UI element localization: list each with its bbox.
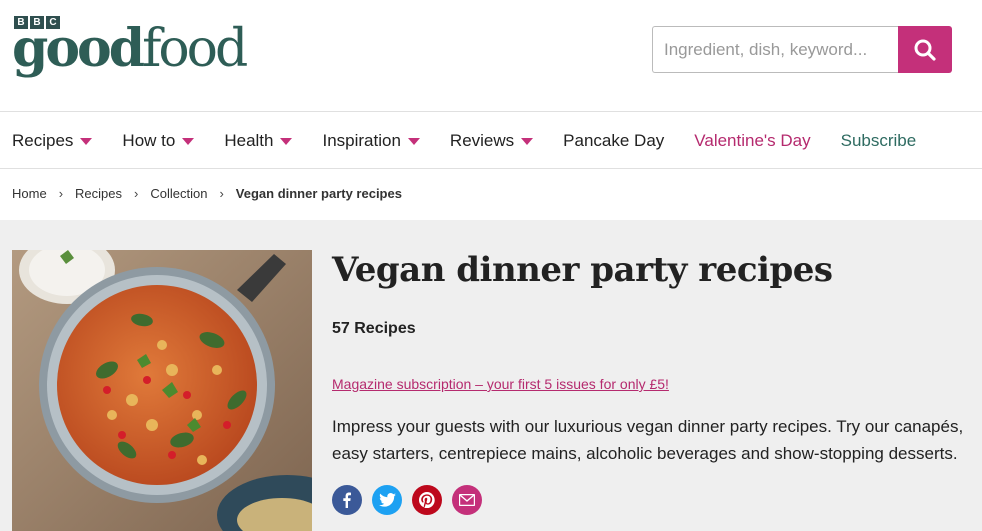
chevron-down-icon <box>280 138 293 145</box>
site-header: B B C goodfood <box>0 0 982 112</box>
nav-item-valentines-day[interactable]: Valentine's Day <box>694 131 810 151</box>
chevron-right-icon: › <box>219 186 224 201</box>
facebook-share-button[interactable] <box>332 485 362 515</box>
social-share <box>332 485 482 515</box>
pinterest-share-button[interactable] <box>412 485 442 515</box>
nav-label: Inspiration <box>322 130 401 150</box>
collection-description: Impress your guests with our luxurious v… <box>332 417 964 463</box>
email-share-button[interactable] <box>452 485 482 515</box>
page-title: Vegan dinner party recipes <box>332 250 833 290</box>
breadcrumb-home[interactable]: Home <box>12 186 47 201</box>
wordmark-good: good <box>12 18 145 79</box>
chevron-right-icon: › <box>58 186 64 201</box>
nav-item-pancake-day[interactable]: Pancake Day <box>563 131 664 151</box>
goodfood-wordmark: goodfood <box>12 18 248 80</box>
nav-label: Recipes <box>12 130 74 150</box>
chevron-down-icon <box>182 138 195 145</box>
recipe-count: 57 Recipes <box>332 320 416 337</box>
bbc-goodfood-logo[interactable]: B B C goodfood <box>12 14 262 84</box>
magazine-subscription-link[interactable]: Magazine subscription – your first 5 iss… <box>332 376 669 392</box>
nav-item-health[interactable]: Health <box>224 130 293 151</box>
collection-hero: Vegan dinner party recipes 57 Recipes Ma… <box>0 220 982 531</box>
main-nav: Recipes How to Health Inspiration Review… <box>0 113 982 169</box>
nav-item-how-to[interactable]: How to <box>122 130 195 151</box>
twitter-share-button[interactable] <box>372 485 402 515</box>
breadcrumb-collection[interactable]: Collection <box>150 186 207 201</box>
curry-pan-illustration <box>12 250 312 531</box>
search-button[interactable] <box>898 26 952 73</box>
email-icon <box>459 494 475 506</box>
nav-item-subscribe[interactable]: Subscribe <box>841 131 917 151</box>
hero-image <box>12 250 312 531</box>
nav-label: Health <box>224 130 274 150</box>
nav-item-inspiration[interactable]: Inspiration <box>322 130 420 151</box>
chevron-down-icon <box>407 138 420 145</box>
facebook-icon <box>343 492 351 508</box>
chevron-down-icon <box>521 138 534 145</box>
search-form <box>652 26 952 73</box>
search-input[interactable] <box>652 26 898 73</box>
nav-label: Reviews <box>449 130 515 150</box>
breadcrumb-current: Vegan dinner party recipes <box>235 186 402 201</box>
chevron-right-icon: › <box>134 186 139 201</box>
twitter-icon <box>378 493 396 507</box>
breadcrumb: Home › Recipes › Collection › Vegan dinn… <box>12 186 402 201</box>
breadcrumb-recipes[interactable]: Recipes <box>75 186 122 201</box>
nav-item-recipes[interactable]: Recipes <box>12 130 93 151</box>
nav-label: How to <box>122 130 176 150</box>
chevron-down-icon <box>80 138 93 145</box>
wordmark-food: food <box>142 19 248 79</box>
pinterest-icon <box>419 492 435 508</box>
nav-item-reviews[interactable]: Reviews <box>449 130 534 151</box>
search-icon <box>914 39 936 61</box>
